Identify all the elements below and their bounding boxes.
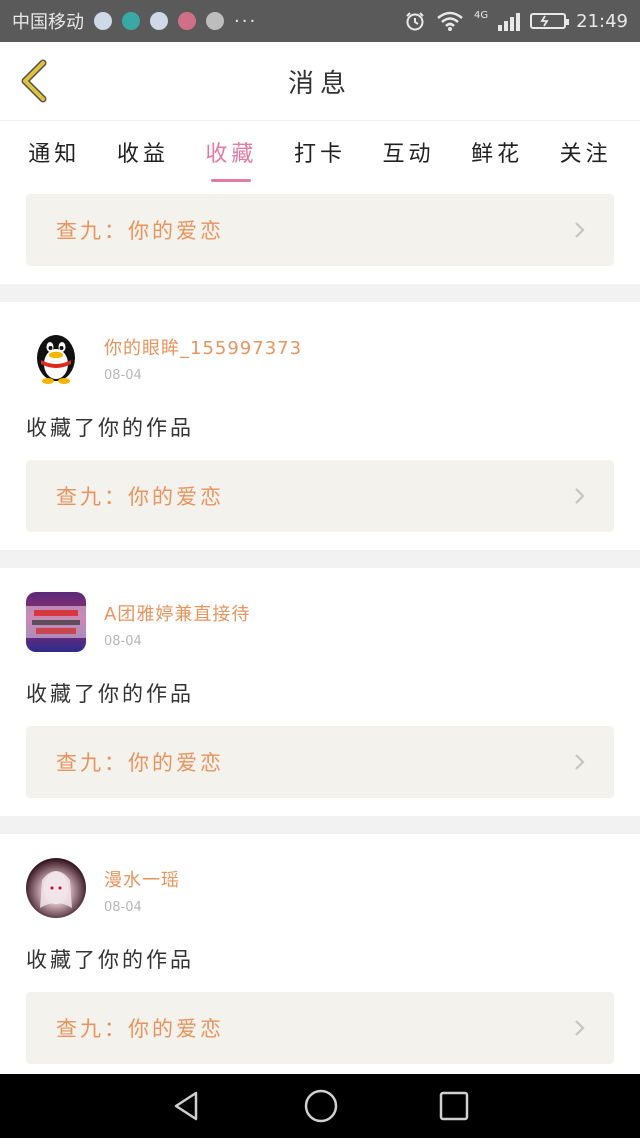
user-meta: A团雅婷兼直接待 08-04 — [104, 592, 250, 649]
alarm-icon — [406, 12, 424, 31]
work-title: 查九：你的爱恋 — [56, 1017, 224, 1041]
tab-favorites[interactable]: 收藏 — [199, 128, 263, 182]
recents-nav-icon[interactable] — [438, 1090, 470, 1122]
user-meta: 你的眼眸_155997373 08-04 — [104, 326, 302, 383]
chevron-right-icon — [575, 1020, 585, 1036]
work-title: 查九：你的爱恋 — [56, 485, 224, 509]
user-row: 你的眼眸_155997373 08-04 — [0, 302, 640, 392]
username[interactable]: A团雅婷兼直接待 — [104, 600, 250, 626]
wifi-icon — [437, 11, 463, 31]
tab-notifications[interactable]: 通知 — [22, 128, 86, 176]
divider — [0, 284, 640, 302]
tab-interactions[interactable]: 互动 — [377, 128, 441, 176]
app-notification-icon-2 — [150, 12, 168, 30]
list-item: 你的眼眸_155997373 08-04 收藏了你的作品 查九：你的爱恋 — [0, 302, 640, 550]
divider — [0, 550, 640, 568]
settings-notification-icon — [206, 12, 224, 30]
chevron-right-icon — [575, 754, 585, 770]
clock: 21:49 — [576, 10, 628, 32]
back-nav-icon[interactable] — [170, 1089, 204, 1123]
home-nav-icon[interactable] — [303, 1088, 339, 1124]
timestamp: 08-04 — [104, 368, 142, 383]
back-button[interactable] — [14, 58, 54, 104]
battery-icon — [530, 13, 570, 29]
chevron-right-icon — [575, 488, 585, 504]
signal-icon — [498, 11, 521, 31]
avatar[interactable] — [26, 592, 86, 652]
work-link[interactable]: 查九：你的爱恋 — [26, 460, 614, 532]
user-row: 漫水一瑶 08-04 — [0, 834, 640, 924]
action-text: 收藏了你的作品 — [26, 682, 194, 706]
moon-app-icon — [122, 12, 140, 30]
work-title: 查九：你的爱恋 — [56, 751, 224, 775]
message-list: 查九：你的爱恋 你的眼眸_155997373 08-04 收藏了你的作品 查九：… — [0, 183, 640, 1074]
header: 消息 — [0, 42, 640, 121]
qq-penguin-icon — [37, 335, 75, 384]
tab-follows[interactable]: 关注 — [554, 128, 618, 176]
network-type: 4G — [474, 9, 489, 21]
action-text: 收藏了你的作品 — [26, 948, 194, 972]
page-title: 消息 — [287, 68, 352, 99]
timestamp: 08-04 — [104, 900, 142, 915]
avatar-image — [40, 871, 72, 908]
status-left: 中国移动 ··· — [12, 8, 257, 34]
action-text: 收藏了你的作品 — [26, 416, 194, 440]
tab-flowers[interactable]: 鲜花 — [465, 128, 529, 176]
work-title: 查九：你的爱恋 — [56, 219, 224, 243]
user-row: A团雅婷兼直接待 08-04 — [0, 568, 640, 658]
user-meta: 漫水一瑶 08-04 — [104, 858, 180, 915]
status-right: 4G 21:49 — [404, 10, 628, 32]
chevron-right-icon — [575, 222, 585, 238]
username[interactable]: 你的眼眸_155997373 — [104, 334, 302, 360]
username[interactable]: 漫水一瑶 — [104, 866, 180, 892]
message-tabs: 通知 收益 收藏 打卡 互动 鲜花 关注 — [0, 121, 640, 183]
work-link[interactable]: 查九：你的爱恋 — [26, 992, 614, 1064]
more-notifications-icon: ··· — [234, 10, 258, 32]
list-item: 查九：你的爱恋 — [0, 183, 640, 284]
tab-checkin[interactable]: 打卡 — [288, 128, 352, 176]
avatar[interactable] — [26, 326, 86, 386]
carrier-name: 中国移动 — [12, 12, 84, 33]
status-bar: 中国移动 ··· 4G 21:49 — [0, 0, 640, 42]
system-nav-bar — [0, 1074, 640, 1138]
avatar-image — [26, 606, 86, 638]
timestamp: 08-04 — [104, 634, 142, 649]
app-notification-icon — [94, 12, 112, 30]
tab-earnings[interactable]: 收益 — [111, 128, 175, 176]
back-arrow-icon — [21, 59, 47, 103]
list-item: A团雅婷兼直接待 08-04 收藏了你的作品 查九：你的爱恋 — [0, 568, 640, 816]
work-link[interactable]: 查九：你的爱恋 — [26, 194, 614, 266]
avatar[interactable] — [26, 858, 86, 918]
list-item: 漫水一瑶 08-04 收藏了你的作品 查九：你的爱恋 — [0, 834, 640, 1074]
divider — [0, 816, 640, 834]
work-link[interactable]: 查九：你的爱恋 — [26, 726, 614, 798]
tiktok-icon — [178, 12, 196, 30]
